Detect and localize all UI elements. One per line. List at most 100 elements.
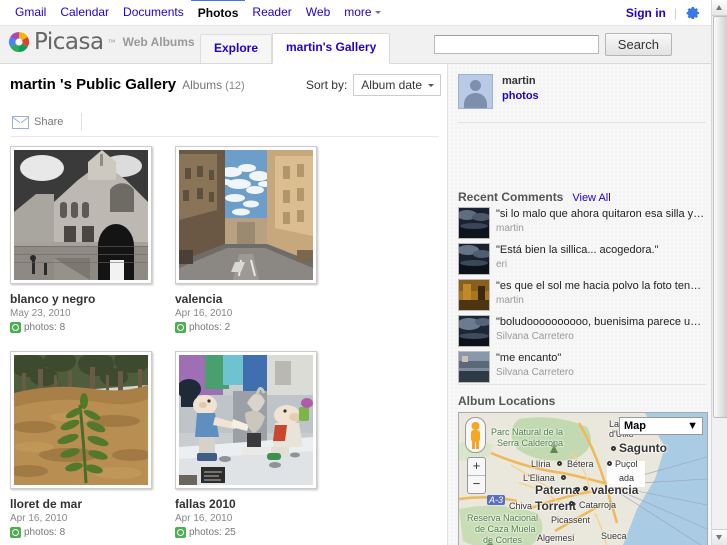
- picasa-tabs: Explore martin's Gallery: [200, 33, 391, 64]
- comment-item[interactable]: "boludoooooooooo, buenisima parece un cu…: [458, 315, 706, 347]
- profile-photos-link[interactable]: photos: [502, 90, 539, 102]
- scroll-up-button[interactable]: [712, 0, 727, 16]
- pegman-street-view-icon[interactable]: [465, 417, 486, 453]
- album-date: Apr 16, 2010: [175, 513, 233, 524]
- map-label: Bétera: [567, 459, 594, 469]
- map-label: Sagunto: [619, 441, 667, 455]
- album-thumbnail[interactable]: [175, 146, 317, 284]
- comment-item[interactable]: "es que el sol me hacia polvo la foto te…: [458, 279, 706, 311]
- map-marker: [561, 475, 566, 480]
- main-content: martin 's Public Gallery Albums (12) Sor…: [0, 64, 447, 545]
- gallery-toolbar: Share: [10, 108, 439, 137]
- comment-author: martin: [496, 295, 524, 306]
- map-zoom-out-button[interactable]: −: [468, 476, 485, 493]
- google-services-nav: Gmail Calendar Documents Photos Reader W…: [0, 0, 388, 25]
- comment-body: "me encanto" Silvana Carretero: [496, 351, 574, 379]
- gbar-link-documents[interactable]: Documents: [116, 0, 191, 25]
- gbar-divider: |: [673, 5, 677, 20]
- album-date: May 23, 2010: [10, 308, 71, 319]
- comment-author: eri: [496, 259, 508, 270]
- map-label: Picassent: [551, 515, 591, 525]
- gear-icon[interactable]: [685, 5, 701, 21]
- map-label: Parc Natural de la: [491, 427, 564, 437]
- comment-text: "si lo malo que ahora quitaron esa silla…: [496, 208, 706, 220]
- page-title: martin 's Public Gallery: [10, 76, 177, 93]
- sign-in-link[interactable]: Sign in: [626, 6, 666, 20]
- map-road-shield: A-3: [487, 495, 506, 505]
- album-locations-title: Album Locations: [458, 394, 556, 408]
- comment-text: "Está bien la sillica... acogedora.": [496, 244, 659, 256]
- picasa-header: Picasa ™ Web Albums Explore martin's Gal…: [0, 26, 727, 64]
- gbar-link-gmail[interactable]: Gmail: [8, 0, 53, 25]
- album-photo-count-label: photos: 8: [24, 527, 66, 538]
- sort-by-select[interactable]: Album date: [353, 74, 441, 96]
- web-albums-label: Web Albums: [122, 35, 195, 49]
- map-label: Algemesí: [537, 533, 575, 543]
- album-photo-fallas-figures: [179, 355, 313, 485]
- album-item: lloret de mar Apr 16, 2010 photos: 8: [10, 351, 155, 538]
- map-label: de Caza Muela: [475, 524, 536, 534]
- sidebar-divider: [458, 384, 706, 385]
- album-title[interactable]: valencia: [175, 292, 320, 306]
- avatar[interactable]: [458, 74, 493, 109]
- album-item: blanco y negro May 23, 2010 photos: 8: [10, 146, 155, 333]
- share-button[interactable]: Share: [10, 114, 71, 131]
- recent-comments-list: "si lo malo que ahora quitaron esa silla…: [458, 207, 706, 387]
- comment-item[interactable]: "me encanto" Silvana Carretero: [458, 351, 706, 383]
- scrollbar-thumb[interactable]: [713, 16, 727, 418]
- album-title[interactable]: lloret de mar: [10, 497, 155, 511]
- chevron-down-icon: [374, 11, 381, 15]
- comment-body: "Está bien la sillica... acogedora." eri: [496, 243, 659, 271]
- album-photo-count: photos: 25: [175, 527, 320, 538]
- album-grid: blanco y negro May 23, 2010 photos: 8 va…: [10, 146, 440, 538]
- gbar-more-label: more: [344, 5, 372, 19]
- picasa-aperture-icon: [8, 31, 30, 53]
- map-type-select[interactable]: Map ▼: [619, 417, 703, 435]
- search-button[interactable]: Search: [604, 33, 672, 56]
- picasa-web-albums-page: Gmail Calendar Documents Photos Reader W…: [0, 0, 727, 545]
- globe-icon: [10, 527, 21, 538]
- map-label: valencia: [591, 483, 639, 497]
- envelope-icon: [12, 115, 29, 129]
- album-locations-map[interactable]: Parc Natural de la Serra Calderona La Va…: [458, 412, 708, 545]
- comment-item[interactable]: "Está bien la sillica... acogedora." eri: [458, 243, 706, 275]
- map-label: L'Eliana: [523, 473, 555, 483]
- tab-martins-gallery[interactable]: martin's Gallery: [272, 33, 391, 64]
- map-label: Puçol: [615, 459, 638, 469]
- map-zoom-in-button[interactable]: +: [468, 458, 485, 476]
- map-label: Sueca: [601, 531, 627, 541]
- picasa-logo[interactable]: Picasa ™ Web Albums: [8, 29, 195, 55]
- gbar-link-calendar[interactable]: Calendar: [53, 0, 116, 25]
- album-photo-count-label: photos: 2: [189, 322, 231, 333]
- map-zoom-controls: + −: [467, 457, 486, 494]
- page-scrollbar[interactable]: [711, 0, 727, 545]
- picasa-wordmark: Picasa: [34, 29, 104, 55]
- toolbar-divider: [81, 113, 83, 131]
- comment-item[interactable]: "si lo malo que ahora quitaron esa silla…: [458, 207, 706, 239]
- globe-icon: [175, 322, 186, 333]
- gbar-link-more[interactable]: more: [337, 0, 387, 25]
- tab-explore[interactable]: Explore: [200, 34, 273, 63]
- album-photo-count: photos: 2: [175, 322, 320, 333]
- map-marker: [575, 487, 580, 492]
- album-photo-count-label: photos: 8: [24, 322, 66, 333]
- share-label: Share: [34, 116, 64, 128]
- album-thumbnail[interactable]: [10, 146, 152, 284]
- album-thumbnail[interactable]: [10, 351, 152, 489]
- google-top-bar: Gmail Calendar Documents Photos Reader W…: [0, 0, 727, 26]
- album-thumbnail[interactable]: [175, 351, 317, 489]
- chevron-up-icon: [716, 5, 722, 10]
- comment-thumbnail: [458, 279, 490, 311]
- profile-name: martin: [502, 75, 536, 87]
- album-photo-count-label: photos: 25: [189, 527, 236, 538]
- comment-thumbnail: [458, 315, 490, 347]
- gbar-link-reader[interactable]: Reader: [245, 0, 298, 25]
- gbar-link-web[interactable]: Web: [299, 0, 337, 25]
- gbar-link-photos[interactable]: Photos: [190, 0, 246, 26]
- search-input[interactable]: [433, 35, 599, 54]
- album-title[interactable]: fallas 2010: [175, 497, 320, 511]
- scroll-down-button[interactable]: [712, 529, 727, 545]
- album-title[interactable]: blanco y negro: [10, 292, 155, 306]
- view-all-comments-link[interactable]: View All: [572, 192, 610, 204]
- sort-by-label: Sort by:: [305, 78, 348, 92]
